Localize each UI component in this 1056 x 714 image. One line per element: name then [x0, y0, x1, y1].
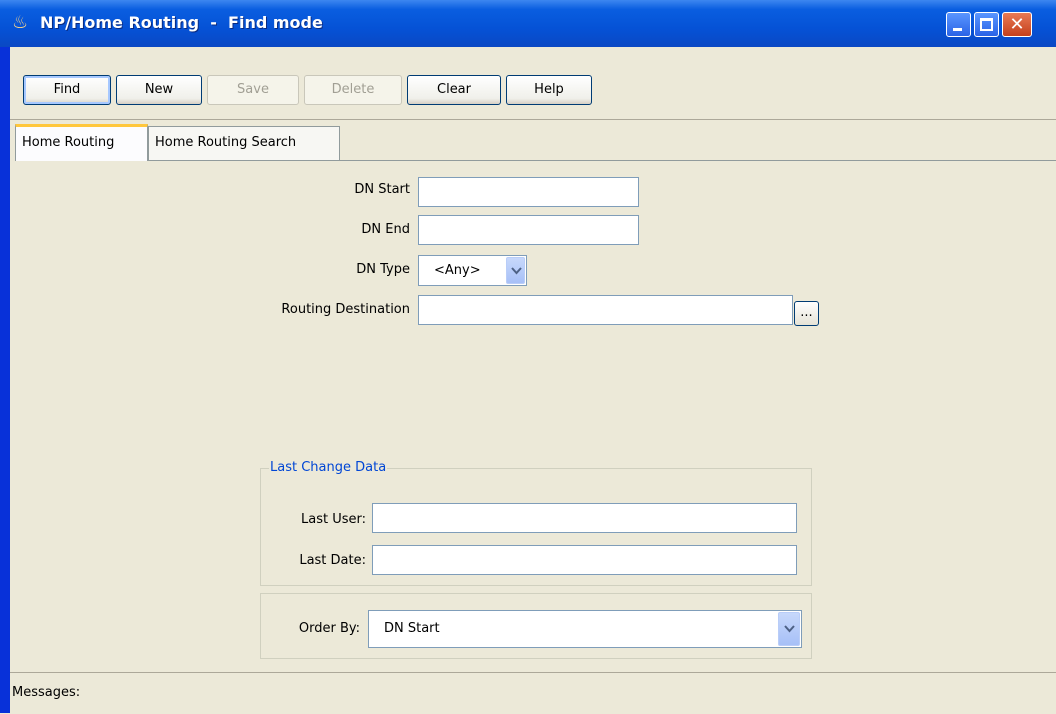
close-button[interactable]: ✕	[1002, 12, 1032, 37]
minimize-button[interactable]	[946, 12, 971, 37]
window-title: NP/Home Routing - Find mode	[40, 13, 323, 32]
close-icon: ✕	[1009, 14, 1025, 35]
dn-start-label: DN Start	[354, 182, 410, 197]
window-left-border	[0, 47, 10, 713]
chevron-down-icon	[511, 266, 522, 274]
last-user-field	[372, 503, 797, 533]
routing-destination-label: Routing Destination	[281, 302, 410, 317]
title-bar[interactable]: ♨ NP/Home Routing - Find mode ✕	[0, 0, 1056, 47]
order-by-label: Order By:	[298, 621, 360, 636]
application-window: ♨ NP/Home Routing - Find mode ✕ Find New…	[0, 0, 1056, 714]
order-by-value: DN Start	[384, 621, 440, 636]
messages-label: Messages:	[12, 685, 81, 700]
order-by-dropdown-arrow[interactable]	[778, 612, 800, 646]
maximize-icon	[980, 18, 993, 31]
help-button[interactable]: Help	[506, 75, 592, 105]
java-cup-icon: ♨	[12, 12, 29, 33]
maximize-button[interactable]	[974, 12, 999, 37]
toolbar-separator	[10, 119, 1056, 120]
clear-button[interactable]: Clear	[407, 75, 501, 105]
dn-start-input[interactable]	[418, 177, 639, 207]
new-button[interactable]: New	[116, 75, 202, 105]
tab-home-routing[interactable]: Home Routing	[15, 124, 148, 161]
last-date-label: Last Date:	[299, 553, 366, 568]
tab-strip-border	[148, 160, 1056, 161]
chevron-down-icon	[784, 625, 795, 633]
last-user-label: Last User:	[301, 512, 366, 527]
save-button[interactable]: Save	[207, 75, 299, 105]
dn-type-dropdown-arrow[interactable]	[506, 257, 525, 284]
dn-type-select[interactable]: <Any>	[418, 255, 527, 286]
find-button[interactable]: Find	[23, 75, 111, 105]
dn-type-value: <Any>	[434, 263, 481, 278]
dn-type-label: DN Type	[356, 262, 410, 277]
routing-destination-input[interactable]	[418, 295, 793, 325]
messages-panel	[10, 672, 1056, 714]
dn-end-input[interactable]	[418, 215, 639, 245]
last-change-legend: Last Change Data	[269, 460, 388, 476]
minimize-icon	[953, 28, 962, 31]
dn-end-label: DN End	[361, 222, 410, 237]
tab-home-routing-search[interactable]: Home Routing Search	[148, 126, 340, 160]
delete-button[interactable]: Delete	[304, 75, 402, 105]
order-by-select[interactable]: DN Start	[368, 610, 802, 648]
last-date-field	[372, 545, 797, 575]
routing-destination-browse-button[interactable]: ...	[794, 301, 819, 326]
